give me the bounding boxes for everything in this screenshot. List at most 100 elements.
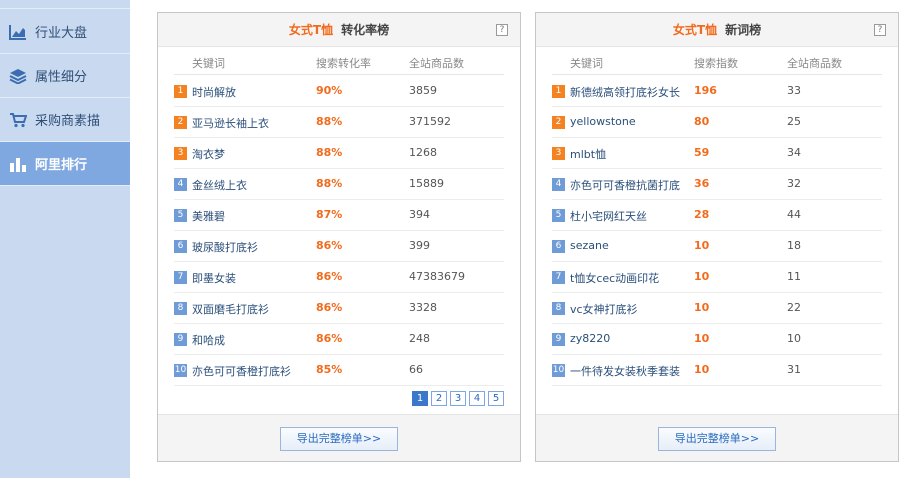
rank-badge: 4 [552, 178, 565, 191]
product-count: 3328 [409, 301, 437, 314]
product-count: 33 [787, 84, 801, 97]
metric-value: 86% [316, 301, 343, 314]
help-icon[interactable]: ? [874, 24, 886, 36]
keyword-link[interactable]: 美雅碧 [192, 208, 225, 224]
keyword-link[interactable]: 亚马逊长袖上衣 [192, 115, 269, 131]
metric-value: 59 [694, 146, 710, 159]
export-full-list-button[interactable]: 导出完整榜单>> [658, 427, 776, 451]
ranking-row: 10 一件待发女装秋季套装 10 31 [552, 355, 882, 386]
sidebar-item-buyer-profile[interactable]: 采购商素描 [0, 98, 130, 142]
panel-footer: 导出完整榜单>> [536, 414, 898, 461]
sidebar-item-attribute-breakdown[interactable]: 属性细分 [0, 54, 130, 98]
rank-badge: 3 [552, 147, 565, 160]
keyword-link[interactable]: yellowstone [570, 115, 636, 128]
product-count: 32 [787, 177, 801, 190]
keyword-link[interactable]: 即墨女装 [192, 270, 236, 286]
column-header-keyword: 关键词 [192, 57, 225, 70]
ranking-row: 1 新德绒高领打底衫女长 196 33 [552, 76, 882, 107]
product-count: 34 [787, 146, 801, 159]
ranking-row: 5 杜小宅网红天丝 28 44 [552, 200, 882, 231]
ranking-row: 5 美雅碧 87% 394 [174, 200, 504, 231]
bar-chart-icon [7, 155, 29, 173]
metric-value: 88% [316, 146, 343, 159]
rank-badge: 9 [552, 333, 565, 346]
keyword-link[interactable]: mlbt恤 [570, 146, 606, 162]
panel-title: 新词榜 [725, 23, 762, 37]
page-button-1[interactable]: 1 [412, 391, 428, 406]
metric-value: 10 [694, 239, 710, 252]
keyword-link[interactable]: 金丝绒上衣 [192, 177, 247, 193]
layers-icon [7, 67, 29, 85]
metric-value: 28 [694, 208, 710, 221]
product-count: 15889 [409, 177, 444, 190]
ranking-row: 9 zy8220 10 10 [552, 324, 882, 355]
page-button-3[interactable]: 3 [450, 391, 466, 406]
page-button-5[interactable]: 5 [488, 391, 504, 406]
column-header-keyword: 关键词 [570, 57, 603, 70]
keyword-link[interactable]: 一件待发女装秋季套装 [570, 363, 680, 379]
category-label[interactable]: 女式T恤 [673, 21, 717, 38]
keyword-link[interactable]: 时尚解放 [192, 84, 236, 100]
export-full-list-button[interactable]: 导出完整榜单>> [280, 427, 398, 451]
metric-value: 86% [316, 239, 343, 252]
ranking-row: 2 yellowstone 80 25 [552, 107, 882, 138]
keyword-link[interactable]: 亦色可可香橙打底衫 [192, 363, 291, 379]
pagination: 1 2 3 4 5 [412, 391, 504, 406]
product-count: 18 [787, 239, 801, 252]
metric-value: 80 [694, 115, 710, 128]
keyword-link[interactable]: 双面磨毛打底衫 [192, 301, 269, 317]
rank-badge: 1 [174, 85, 187, 98]
rank-badge: 7 [174, 271, 187, 284]
metric-value: 196 [694, 84, 717, 97]
product-count: 248 [409, 332, 430, 345]
ranking-row: 1 时尚解放 90% 3859 [174, 76, 504, 107]
sidebar-item-label: 采购商素描 [35, 114, 101, 129]
sidebar: 行业大盘 属性细分 采购商素描 阿里排行 [0, 0, 130, 478]
keyword-link[interactable]: vc女神打底衫 [570, 301, 638, 317]
rank-badge: 3 [174, 147, 187, 160]
keyword-link[interactable]: 亦色可可香橙抗菌打底 [570, 177, 680, 193]
metric-value: 10 [694, 363, 710, 376]
rank-badge: 10 [174, 364, 187, 377]
keyword-link[interactable]: sezane [570, 239, 609, 252]
sidebar-item-ali-ranking[interactable]: 阿里排行 [0, 142, 130, 186]
keyword-link[interactable]: 玻尿酸打底衫 [192, 239, 258, 255]
column-headers: 关键词 搜索转化率 全站商品数 [174, 48, 504, 75]
product-count: 399 [409, 239, 430, 252]
keyword-link[interactable]: 和哈成 [192, 332, 225, 348]
ranking-row: 7 t恤女cec动画印花 10 11 [552, 262, 882, 293]
help-icon[interactable]: ? [496, 24, 508, 36]
rank-badge: 4 [174, 178, 187, 191]
column-header-search-index: 搜索指数 [694, 57, 738, 70]
column-headers: 关键词 搜索指数 全站商品数 [552, 48, 882, 75]
keyword-link[interactable]: 淘衣梦 [192, 146, 225, 162]
ranking-row: 4 亦色可可香橙抗菌打底 36 32 [552, 169, 882, 200]
category-label[interactable]: 女式T恤 [289, 21, 333, 38]
metric-value: 85% [316, 363, 343, 376]
sidebar-item-label: 阿里排行 [35, 158, 88, 173]
ranking-row: 10 亦色可可香橙打底衫 85% 66 [174, 355, 504, 386]
rank-badge: 9 [174, 333, 187, 346]
page-button-4[interactable]: 4 [469, 391, 485, 406]
rank-badge: 1 [552, 85, 565, 98]
metric-value: 10 [694, 301, 710, 314]
metric-value: 87% [316, 208, 343, 221]
panel-title: 转化率榜 [341, 23, 390, 37]
product-count: 371592 [409, 115, 451, 128]
rank-badge: 5 [174, 209, 187, 222]
sidebar-item-industry-overview[interactable]: 行业大盘 [0, 10, 130, 54]
rank-badge: 10 [552, 364, 565, 377]
page-button-2[interactable]: 2 [431, 391, 447, 406]
keyword-link[interactable]: 新德绒高领打底衫女长 [570, 84, 680, 100]
metric-value: 88% [316, 177, 343, 190]
metric-value: 36 [694, 177, 710, 190]
product-count: 22 [787, 301, 801, 314]
panel-header: 女式T恤 转化率榜 ? [158, 13, 520, 47]
keyword-link[interactable]: 杜小宅网红天丝 [570, 208, 647, 224]
metric-value: 88% [316, 115, 343, 128]
sidebar-top-edge [0, 0, 130, 9]
product-count: 10 [787, 332, 801, 345]
keyword-link[interactable]: t恤女cec动画印花 [570, 270, 659, 286]
column-header-product-count: 全站商品数 [787, 57, 842, 70]
keyword-link[interactable]: zy8220 [570, 332, 610, 345]
